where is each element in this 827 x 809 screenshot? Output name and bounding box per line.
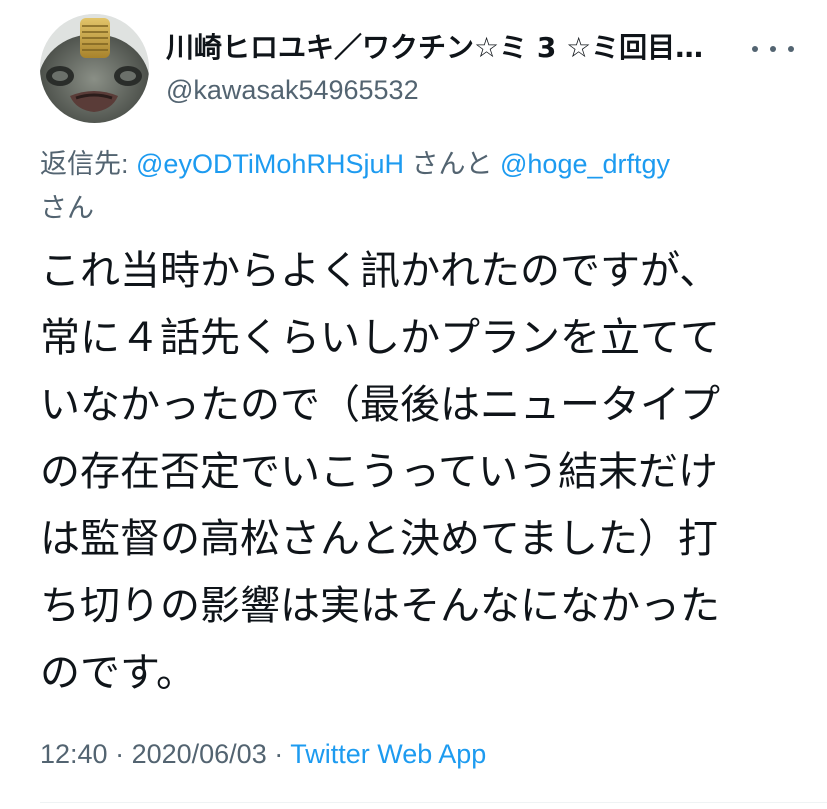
divider xyxy=(40,802,827,803)
tweet-text-line: 常に４話先くらいしかプランを立てて xyxy=(40,315,720,361)
display-name[interactable]: 川崎ヒロユキ／ワクチン☆ミ 3 ☆ミ回目… xyxy=(166,28,736,68)
tweet-source[interactable]: Twitter Web App xyxy=(290,739,486,769)
tweet-text-line: これ当時からよく訊かれたのですが、 xyxy=(40,248,720,294)
tweet-text-line: いなかったので（最後はニュータイプ xyxy=(40,382,720,428)
tweet-text-line: のです。 xyxy=(40,650,196,696)
tweet-time[interactable]: 12:40 xyxy=(40,739,108,769)
tweet: 川崎ヒロユキ／ワクチン☆ミ 3 ☆ミ回目… @kawasak54965532 返… xyxy=(0,0,827,809)
reply-mention-1[interactable]: @eyODTiMohRHSjuH xyxy=(136,149,404,179)
tweet-meta: 12:40 · 2020/06/03 · Twitter Web App xyxy=(40,732,486,776)
tweet-date[interactable]: 2020/06/03 xyxy=(132,739,267,769)
reply-suffix: さん xyxy=(40,193,94,223)
tweet-text-line: の存在否定でいこうっていう結末だけ xyxy=(40,449,718,495)
tweet-text: これ当時からよく訊かれたのですが、 常に４話先くらいしかプランを立てて いなかっ… xyxy=(40,238,785,707)
meta-separator: · xyxy=(107,739,132,769)
tweet-text-line: は監督の高松さんと決めてました）打 xyxy=(40,516,718,562)
avatar[interactable] xyxy=(40,14,149,123)
tweet-text-line: ち切りの影響は実はそんなになかった xyxy=(40,583,720,629)
more-options-icon[interactable] xyxy=(752,34,794,64)
avatar-image xyxy=(40,14,149,123)
reply-context: 返信先: @eyODTiMohRHSjuH さんと @hoge_drftgy さん xyxy=(40,142,780,230)
meta-separator: · xyxy=(266,739,291,769)
reply-mention-2[interactable]: @hoge_drftgy xyxy=(500,149,670,179)
user-handle[interactable]: @kawasak54965532 xyxy=(166,70,419,110)
reply-and: さんと xyxy=(403,149,500,179)
dot xyxy=(770,46,776,52)
dot xyxy=(788,46,794,52)
reply-prefix: 返信先: xyxy=(40,149,137,179)
dot xyxy=(752,46,758,52)
